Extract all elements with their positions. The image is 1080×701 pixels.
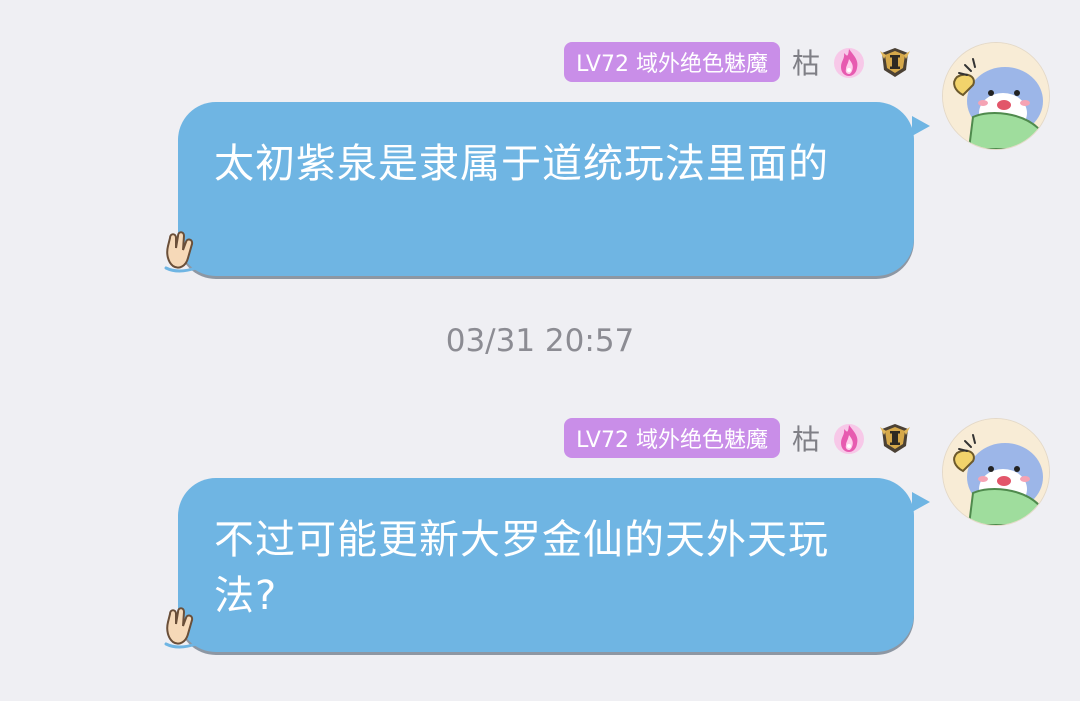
avatar[interactable] [942, 42, 1050, 150]
message-text: 太初紫泉是隶属于道统玩法里面的 [214, 141, 829, 187]
level-badge-label: LV72 域外绝色魅魔 [576, 428, 768, 453]
bubble-tail [912, 492, 930, 512]
sender-meta: LV72 域外绝色魅魔 枯 [564, 418, 912, 458]
message-bubble[interactable]: 太初紫泉是隶属于道统玩法里面的 [162, 98, 934, 288]
waving-hand-icon [162, 604, 202, 650]
bubble-background: 太初紫泉是隶属于道统玩法里面的 [178, 102, 914, 276]
sender-meta: LV72 域外绝色魅魔 枯 [564, 42, 912, 82]
chat-thread: LV72 域外绝色魅魔 枯 太初紫泉是隶属于道统玩法里面的 03/31 20:5… [0, 0, 1080, 701]
bubble-tail [912, 116, 930, 136]
message-text: 不过可能更新大罗金仙的天外天玩法? [214, 517, 829, 619]
rank-badge-icon[interactable] [878, 421, 912, 455]
level-badge[interactable]: LV72 域外绝色魅魔 [564, 42, 780, 82]
waving-hand-icon [162, 228, 202, 274]
rank-badge-icon[interactable] [878, 45, 912, 79]
chat-message: LV72 域外绝色魅魔 枯 [0, 40, 1080, 300]
message-bubble[interactable]: 不过可能更新大罗金仙的天外天玩法? [162, 474, 934, 664]
level-badge-label: LV72 域外绝色魅魔 [576, 52, 768, 77]
message-timestamp: 03/31 20:57 [445, 323, 635, 359]
sender-nickname[interactable]: 枯 [792, 42, 820, 82]
level-badge[interactable]: LV72 域外绝色魅魔 [564, 418, 780, 458]
flame-medal-icon[interactable] [832, 45, 866, 79]
bubble-background: 不过可能更新大罗金仙的天外天玩法? [178, 478, 914, 652]
avatar[interactable] [942, 418, 1050, 526]
sender-nickname[interactable]: 枯 [792, 418, 820, 458]
flame-medal-icon[interactable] [832, 421, 866, 455]
chat-message: LV72 域外绝色魅魔 枯 [0, 416, 1080, 676]
